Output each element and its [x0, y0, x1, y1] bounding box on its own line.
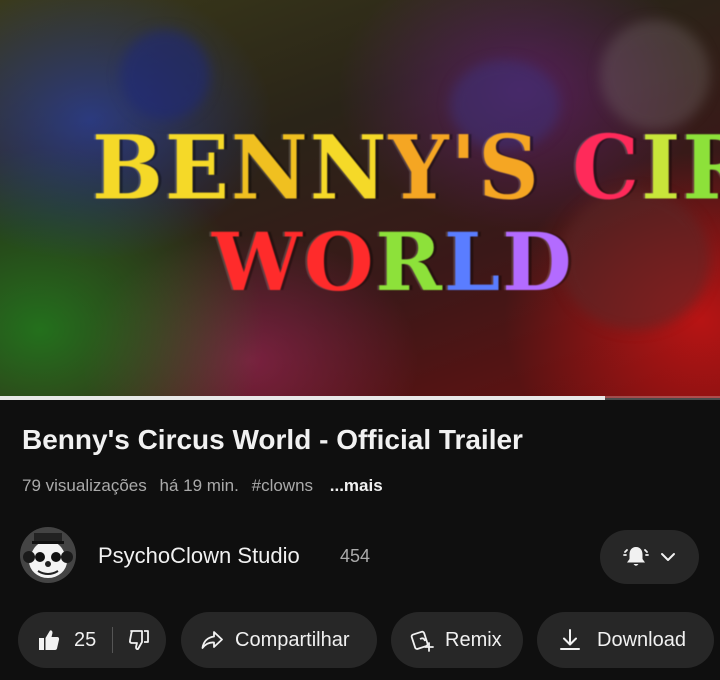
thumbs-down-icon[interactable]: [127, 628, 151, 652]
download-label: Download: [597, 628, 686, 651]
notifications-bell-icon: [622, 547, 649, 566]
video-title-art-letter: Y: [388, 115, 451, 220]
video-title-art-letter: R: [375, 215, 445, 309]
video-title-art-line2: WORLD: [212, 214, 574, 310]
video-title-art-letter: N: [309, 115, 389, 220]
remix-button[interactable]: Remix: [391, 612, 523, 668]
video-meta-row[interactable]: 79 visualizações há 19 min. #clowns ...m…: [22, 476, 391, 496]
video-title-art-letter: R: [682, 116, 720, 220]
clown-face-icon: [23, 533, 73, 578]
video-title-art-line1: BENNY'S CIRCUS: [92, 116, 720, 221]
video-title: Benny's Circus World - Official Trailer: [22, 424, 523, 455]
video-title-art-letter: B: [92, 115, 165, 220]
video-title-art-letter: O: [303, 215, 376, 309]
channel-name[interactable]: PsychoClown Studio: [98, 543, 300, 569]
upload-time: há 19 min.: [159, 476, 239, 495]
share-label: Compartilhar: [235, 628, 350, 651]
hashtag-link[interactable]: #clowns: [252, 476, 313, 495]
video-title-art-letter: S: [478, 115, 541, 220]
video-title-art-letter: I: [641, 115, 683, 220]
remix-icon: [410, 630, 434, 652]
video-stain: [600, 20, 710, 130]
subscriber-count: 454: [340, 546, 371, 566]
channel-avatar[interactable]: [20, 527, 76, 583]
video-title-art-letter: E: [165, 115, 232, 220]
remix-label: Remix: [445, 628, 502, 651]
download-button[interactable]: Download: [537, 612, 714, 668]
video-title-art-letter: C: [572, 115, 642, 220]
video-title-art-letter: W: [212, 215, 304, 309]
video-title-art-letter: ': [450, 115, 479, 220]
more-description-link[interactable]: ...mais: [330, 476, 383, 495]
share-arrow-icon: [201, 631, 223, 649]
video-stain: [120, 30, 210, 120]
video-progress-bar[interactable]: [0, 396, 720, 400]
like-count[interactable]: 25: [74, 629, 96, 652]
video-title-art-letter: D: [502, 215, 574, 309]
video-title-art-letter: [541, 116, 572, 220]
chevron-down-icon: [660, 553, 675, 561]
video-title-art-letter: L: [444, 215, 503, 309]
notifications-button[interactable]: [600, 530, 699, 584]
share-button[interactable]: Compartilhar: [181, 612, 377, 668]
video-progress-fill: [0, 396, 605, 400]
view-count: 79 visualizações: [22, 476, 147, 495]
like-dislike-group: 25: [18, 612, 166, 668]
download-icon: [560, 629, 580, 650]
thumbs-up-icon[interactable]: [36, 627, 62, 653]
video-player[interactable]: BENNY'S CIRCUS WORLD: [0, 0, 720, 398]
video-title-art-letter: N: [231, 115, 310, 220]
like-divider: [112, 627, 114, 653]
